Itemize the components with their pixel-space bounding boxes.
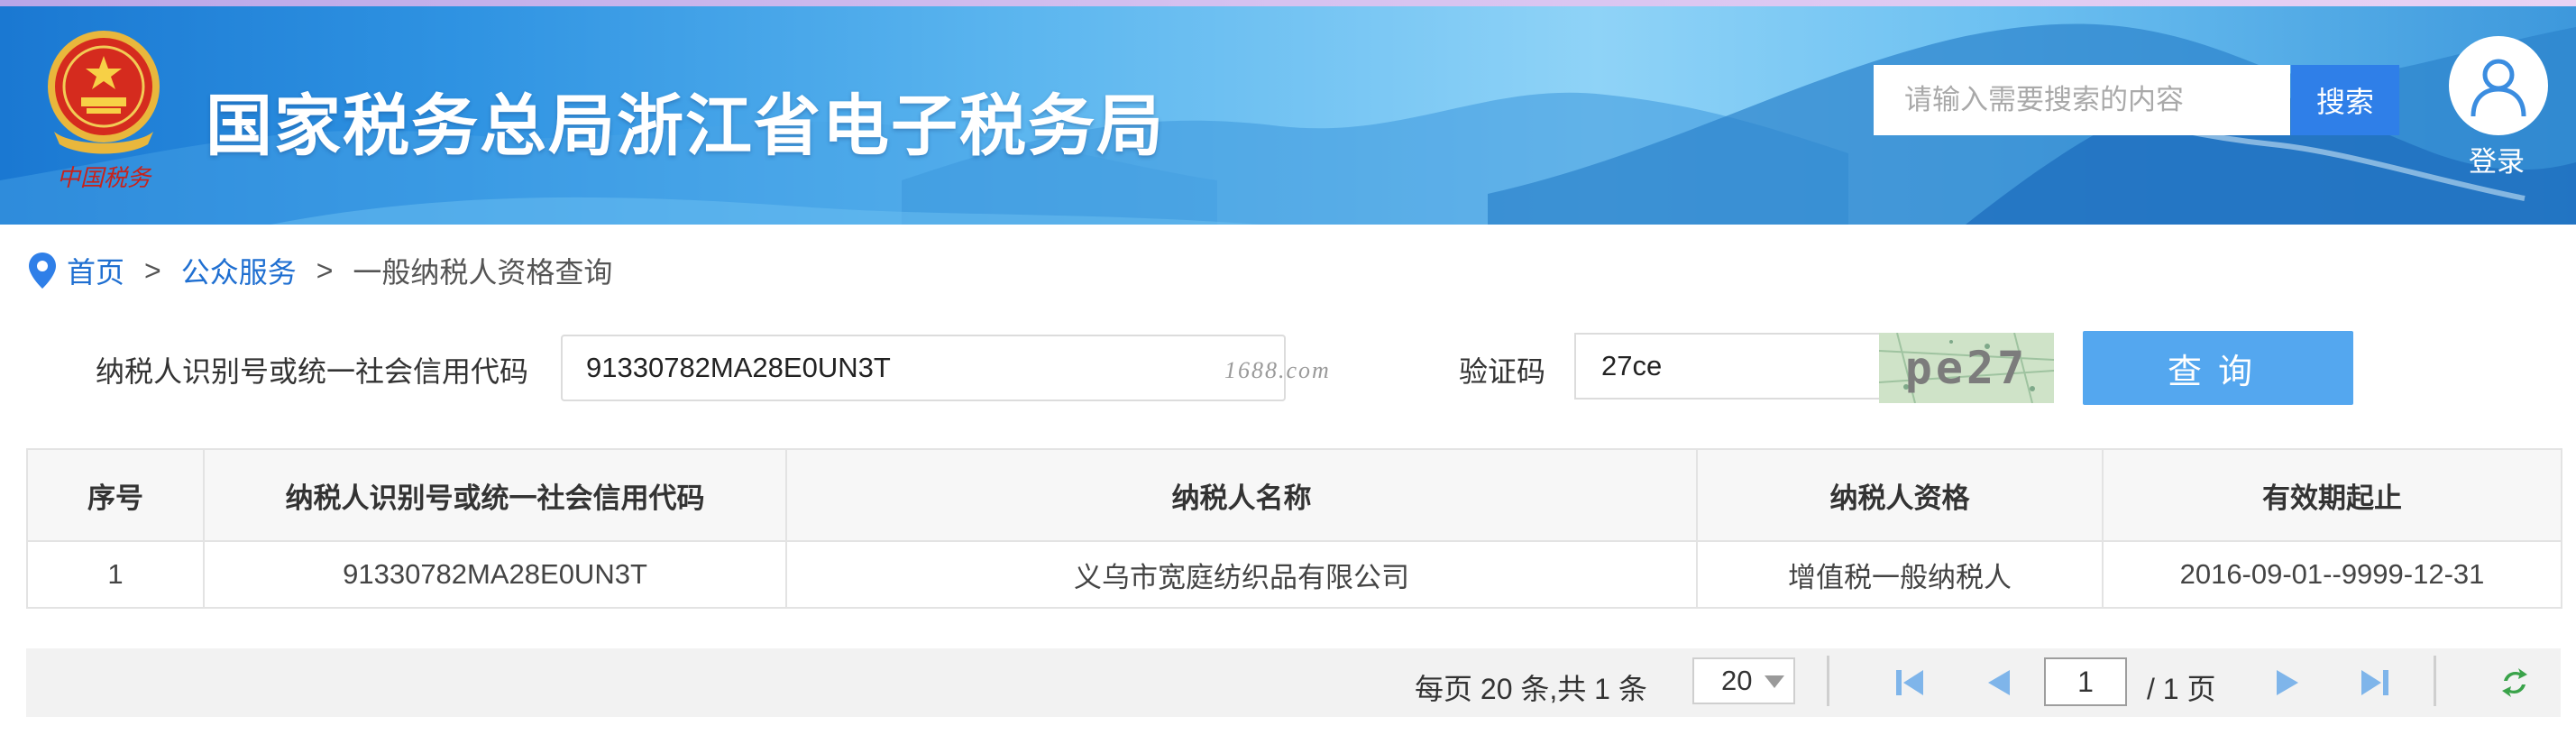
column-header-taxpayer-id: 纳税人识别号或统一社会信用代码 [203, 448, 787, 542]
pager-divider [2434, 656, 2436, 706]
column-header-validity: 有效期起止 [2102, 448, 2562, 542]
cell-taxpayer-id: 91330782MA28E0UN3T [203, 540, 787, 609]
breadcrumb: 首页 > 公众服务 > 一般纳税人资格查询 [27, 243, 612, 298]
site-title: 国家税务总局浙江省电子税务局 [206, 87, 1165, 165]
first-page-icon[interactable] [1893, 665, 1929, 701]
taxpayer-id-label: 纳税人识别号或统一社会信用代码 [96, 355, 529, 388]
breadcrumb-current: 一般纳税人资格查询 [353, 256, 613, 289]
header-banner: 中国税务 国家税务总局浙江省电子税务局 搜索 登录 [0, 0, 2576, 225]
next-page-icon[interactable] [2271, 665, 2307, 701]
login-link[interactable]: 登录 [2469, 139, 2525, 179]
search-button[interactable]: 搜索 [2291, 65, 2399, 135]
pagination-bar: 每页 20 条,共 1 条 20 / 1 页 [26, 648, 2561, 717]
breadcrumb-home[interactable]: 首页 [67, 250, 124, 291]
taxpayer-id-input[interactable] [561, 335, 1286, 401]
page-size-value: 20 [1721, 665, 1753, 696]
breadcrumb-separator: > [316, 253, 334, 287]
refresh-icon[interactable] [2497, 665, 2533, 701]
emblem-caption: 中国税务 [57, 165, 152, 192]
breadcrumb-separator: > [144, 253, 161, 287]
page-number-input[interactable] [2044, 657, 2127, 706]
table-row: 1 91330782MA28E0UN3T 义乌市宽庭纺织品有限公司 增值税一般纳… [26, 540, 2562, 609]
search-input[interactable] [1874, 65, 2290, 135]
user-icon [2471, 59, 2526, 117]
column-header-taxpayer-name: 纳税人名称 [785, 448, 1698, 542]
cell-validity: 2016-09-01--9999-12-31 [2102, 540, 2562, 609]
prev-page-icon[interactable] [1979, 665, 2015, 701]
table-header-row: 序号 纳税人识别号或统一社会信用代码 纳税人名称 纳税人资格 有效期起止 [26, 448, 2562, 542]
cell-qualification: 增值税一般纳税人 [1696, 540, 2104, 609]
column-header-index: 序号 [26, 448, 205, 542]
captcha-image[interactable]: pe27 [1879, 333, 2054, 403]
captcha-label: 验证码 [1459, 355, 1546, 388]
total-pages: / 1 页 [2147, 673, 2216, 705]
cell-index: 1 [26, 540, 205, 609]
avatar[interactable] [2449, 36, 2548, 135]
pagination-summary: 每页 20 条,共 1 条 [1415, 673, 1647, 705]
national-emblem-icon: 中国税务 [48, 31, 160, 192]
cell-taxpayer-name: 义乌市宽庭纺织品有限公司 [785, 540, 1698, 609]
watermark-text: 1688.com [1224, 357, 1331, 383]
breadcrumb-public-services[interactable]: 公众服务 [181, 250, 297, 291]
chevron-down-icon [1765, 675, 1784, 688]
captcha-text: pe27 [1905, 342, 2028, 394]
results-table: 序号 纳税人识别号或统一社会信用代码 纳税人名称 纳税人资格 有效期起止 1 9… [26, 448, 2562, 609]
last-page-icon[interactable] [2356, 665, 2392, 701]
pager-divider [1827, 656, 1829, 706]
column-header-qualification: 纳税人资格 [1696, 448, 2104, 542]
location-pin-icon [29, 253, 56, 289]
captcha-input[interactable] [1574, 333, 1881, 400]
page-size-select[interactable]: 20 [1692, 657, 1795, 704]
query-button[interactable]: 查询 [2083, 331, 2353, 405]
